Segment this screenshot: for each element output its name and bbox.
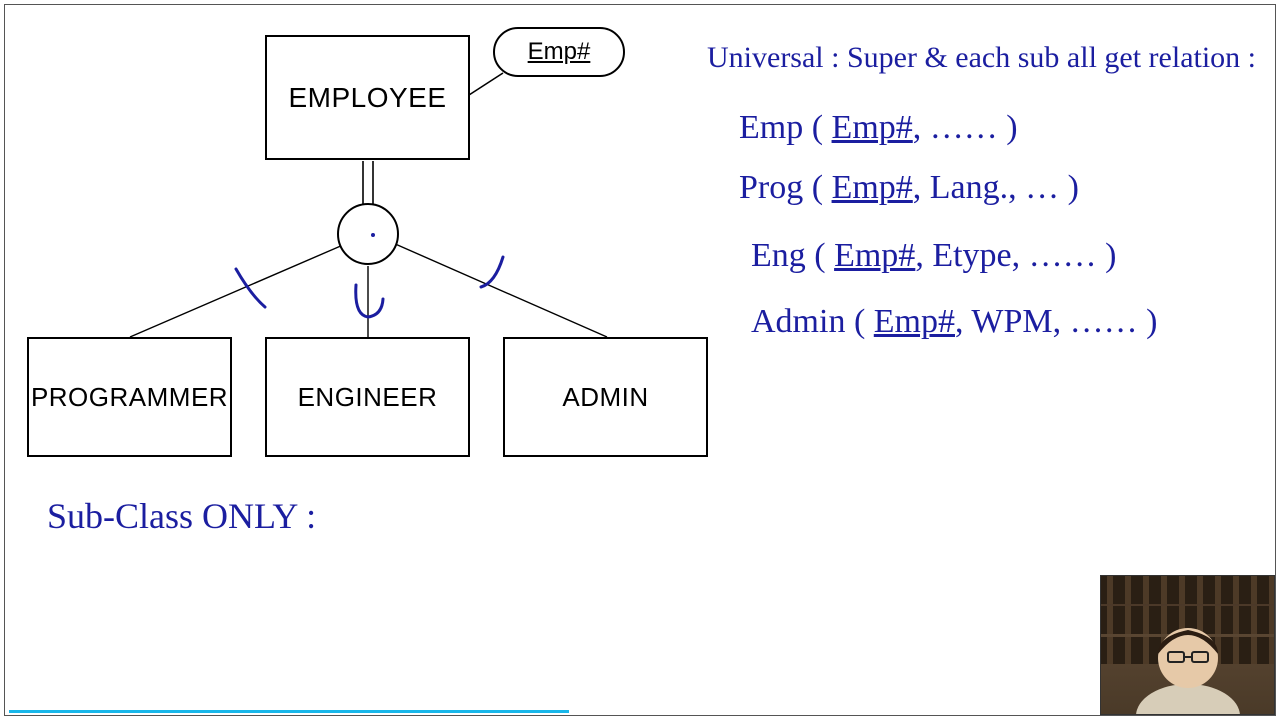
note-universal-title: Universal : Super & each sub all get rel…: [707, 41, 1256, 75]
note-relation-eng: Eng ( Emp#, Etype, …… ): [751, 237, 1116, 275]
note-relation-prog: Prog ( Emp#, Lang., … ): [739, 169, 1079, 207]
specialization-circle: [337, 203, 399, 265]
attribute-emp-number-label: Emp#: [528, 38, 591, 66]
circle-dot-icon: [371, 233, 375, 237]
attribute-emp-number: Emp#: [493, 27, 625, 77]
note-relation-emp: Emp ( Emp#, …… ): [739, 109, 1018, 147]
entity-engineer-label: ENGINEER: [298, 382, 438, 413]
note-relation-admin: Admin ( Emp#, WPM, …… ): [751, 303, 1157, 341]
entity-admin: ADMIN: [503, 337, 708, 457]
whiteboard-frame: EMPLOYEE Emp# PROGRAMMER ENGINEER ADMIN …: [4, 4, 1276, 716]
entity-programmer: PROGRAMMER: [27, 337, 232, 457]
entity-employee-label: EMPLOYEE: [288, 82, 446, 114]
webcam-thumbnail: [1100, 575, 1275, 715]
entity-engineer: ENGINEER: [265, 337, 470, 457]
entity-programmer-label: PROGRAMMER: [31, 382, 228, 413]
note-subclass-only: Sub-Class ONLY :: [47, 495, 316, 537]
entity-admin-label: ADMIN: [562, 382, 648, 413]
person-icon: [1128, 606, 1248, 715]
video-progress-bar[interactable]: [9, 710, 569, 713]
entity-employee: EMPLOYEE: [265, 35, 470, 160]
